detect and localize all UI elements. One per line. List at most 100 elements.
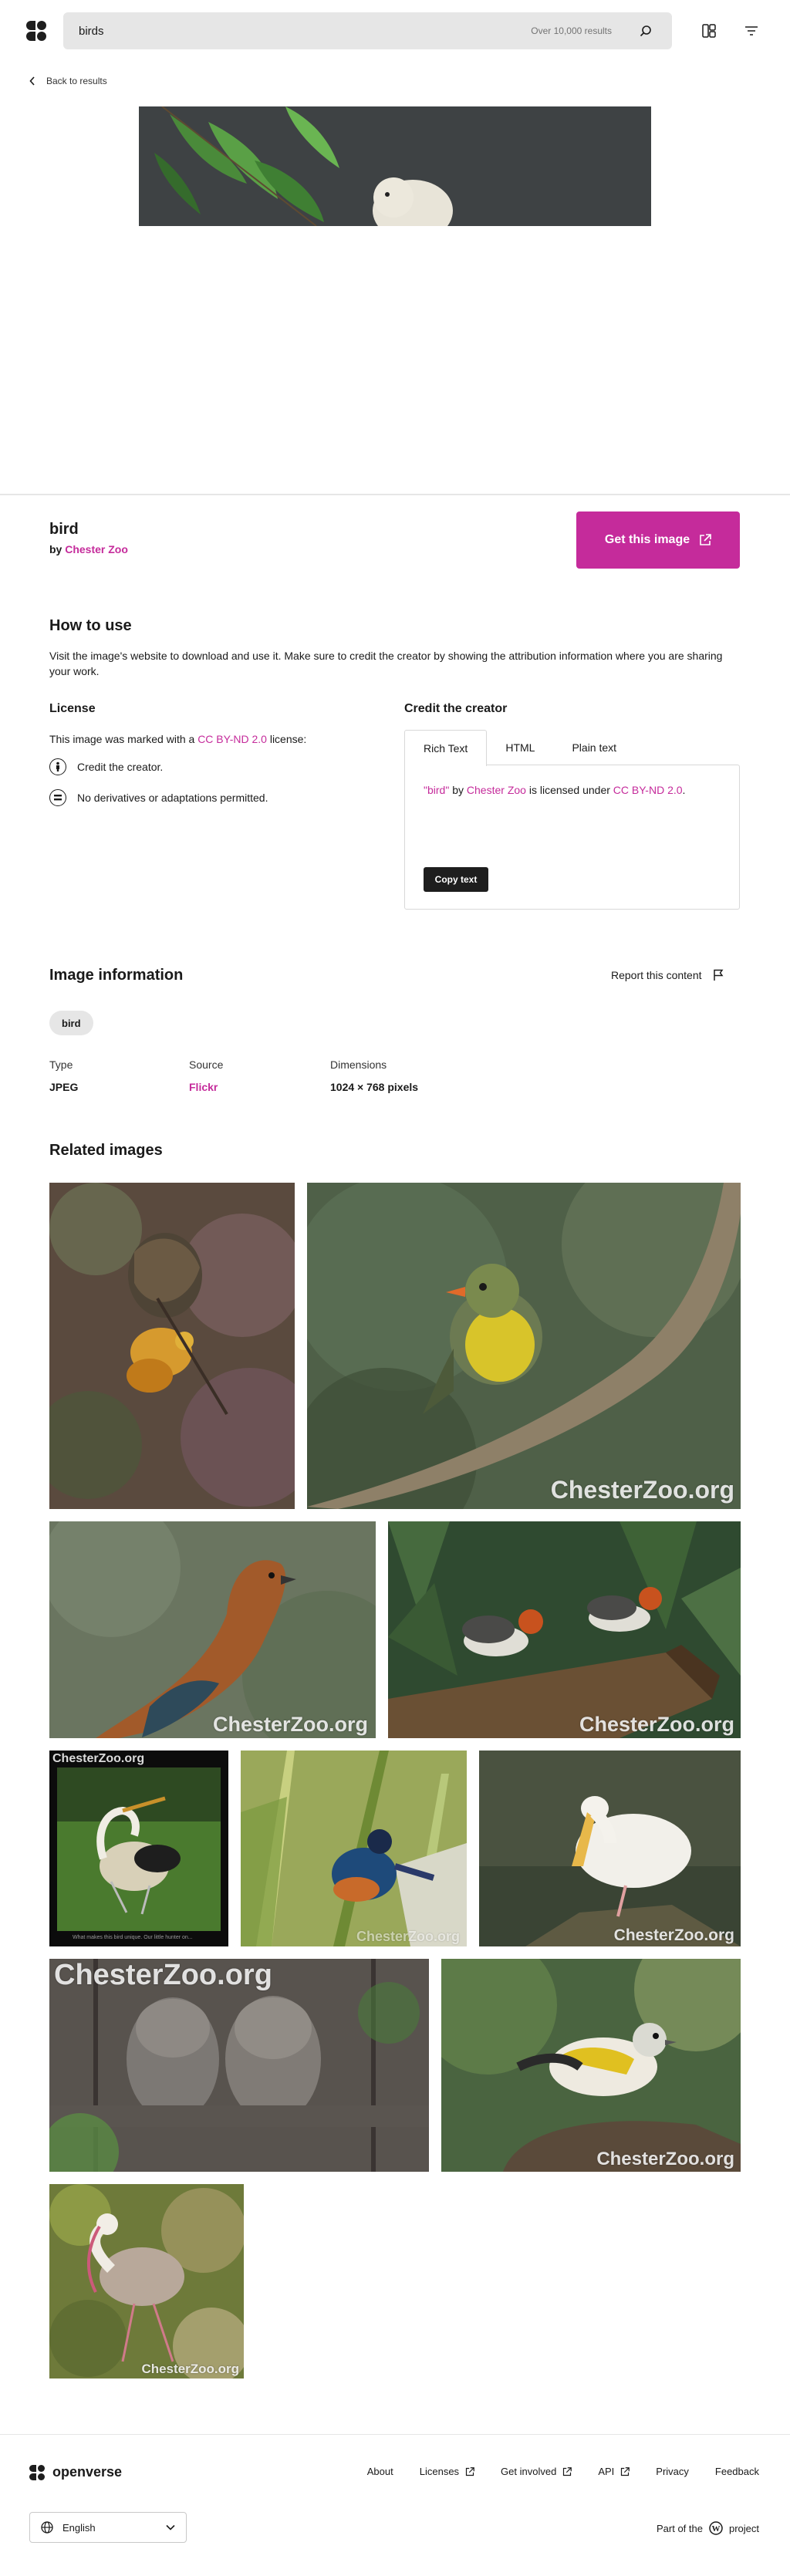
watermark-text: ChesterZoo.org — [52, 1752, 145, 1765]
watermark-text: ChesterZoo.org — [550, 1476, 734, 1504]
attribution-work-link[interactable]: bird — [427, 784, 445, 796]
watermark-text: ChesterZoo.org — [613, 1926, 734, 1944]
part-of-wordpress: Part of the W project — [657, 2521, 759, 2535]
related-image[interactable]: ChesterZoo.org — [241, 1751, 467, 1946]
chevron-left-icon — [29, 76, 35, 86]
license-heading: License — [49, 702, 96, 715]
search-icon — [640, 25, 651, 37]
related-image[interactable]: ChesterZoo.org — [479, 1751, 741, 1946]
license-link[interactable]: CC BY-ND 2.0 — [198, 733, 267, 745]
attribution-licensed: is licensed under — [528, 784, 610, 796]
main-image[interactable] — [139, 106, 651, 226]
credit-heading: Credit the creator — [404, 702, 508, 715]
footer-link-get-involved[interactable]: Get involved — [501, 2466, 572, 2477]
related-image[interactable]: ChesterZoo.org What makes this bird uniq… — [49, 1751, 228, 1946]
attribution-text: "bird" by Chester Zoo is licensed under … — [424, 784, 685, 796]
tab-plain-text[interactable]: Plain text — [553, 730, 635, 765]
credit-panel: "bird" by Chester Zoo is licensed under … — [404, 765, 740, 910]
related-images-heading: Related images — [49, 1142, 163, 1159]
report-label: Report this content — [611, 969, 702, 981]
related-image[interactable]: ChesterZoo.org — [49, 1521, 376, 1738]
cc-by-icon — [49, 758, 66, 775]
language-value: English — [62, 2521, 96, 2534]
back-link-label: Back to results — [46, 76, 107, 86]
type-label: Type — [49, 1058, 73, 1071]
how-to-use-text: Visit the image's website to download an… — [49, 650, 723, 677]
cc-nd-icon — [49, 789, 66, 806]
watermark-text: ChesterZoo.org — [579, 1713, 734, 1736]
tab-html[interactable]: HTML — [487, 730, 553, 765]
footer-link-feedback[interactable]: Feedback — [715, 2466, 759, 2477]
image-info-heading: Image information — [49, 967, 184, 984]
license-prefix: This image was marked with a — [49, 733, 195, 745]
related-image[interactable]: ChesterZoo.org — [388, 1521, 741, 1738]
footer-link-privacy[interactable]: Privacy — [656, 2466, 689, 2477]
external-link-icon — [621, 2466, 630, 2476]
watermark-text: ChesterZoo.org — [596, 2149, 734, 2169]
watermark-text: ChesterZoo.org — [212, 1713, 368, 1736]
filter-icon — [745, 26, 758, 35]
footer-brand-link[interactable]: openverse — [29, 2464, 122, 2480]
wordpress-logo-icon[interactable]: W — [709, 2521, 723, 2535]
license-suffix: license: — [269, 733, 307, 745]
attribution-by: by — [452, 784, 464, 796]
project-label: project — [728, 2522, 759, 2534]
footer-divider — [0, 2434, 790, 2435]
language-select[interactable]: English — [29, 2512, 187, 2543]
attribution-creator-link[interactable]: Chester Zoo — [467, 784, 526, 796]
openverse-logo-icon — [29, 2464, 45, 2480]
footer-link-api[interactable]: API — [598, 2466, 630, 2477]
tag-chip[interactable]: bird — [49, 1011, 93, 1035]
footer-link-licenses[interactable]: Licenses — [420, 2466, 474, 2477]
get-button-label: Get this image — [604, 533, 690, 546]
section-divider — [0, 494, 790, 495]
search-input[interactable] — [79, 24, 532, 38]
result-count: Over 10,000 results — [531, 25, 612, 36]
related-image[interactable]: ChesterZoo.org — [307, 1183, 741, 1509]
copy-text-button[interactable]: Copy text — [424, 867, 488, 892]
report-content-button[interactable]: Report this content — [611, 969, 724, 981]
search-bar: Over 10,000 results — [63, 12, 672, 49]
layout-icon — [702, 24, 716, 38]
attribution-license-link[interactable]: CC BY-ND 2.0 — [613, 784, 683, 796]
globe-icon — [41, 2521, 53, 2534]
search-button[interactable] — [635, 20, 657, 42]
related-image[interactable] — [49, 1183, 295, 1509]
tab-rich-text[interactable]: Rich Text — [404, 730, 488, 766]
part-of-label: Part of the — [656, 2522, 703, 2534]
license-item-label: Credit the creator. — [77, 761, 164, 773]
license-statement: This image was marked with a CC BY-ND 2.… — [49, 731, 306, 747]
related-image[interactable]: ChesterZoo.org — [49, 1959, 429, 2172]
flag-icon — [713, 969, 723, 981]
related-image[interactable]: ChesterZoo.org — [441, 1959, 741, 2172]
chevron-down-icon — [166, 2524, 175, 2530]
watermark-text: ChesterZoo.org — [54, 1959, 272, 1991]
footer-link-label: API — [598, 2466, 615, 2477]
creator-link[interactable]: Chester Zoo — [65, 543, 128, 555]
get-this-image-button[interactable]: Get this image — [576, 511, 740, 569]
back-to-results-link[interactable]: Back to results — [29, 76, 107, 86]
image-title: bird — [49, 521, 79, 538]
credit-tabs: Rich Text HTML Plain text — [404, 730, 635, 766]
footer-link-label: Licenses — [419, 2466, 460, 2477]
footer-link-label: Get involved — [501, 2466, 557, 2477]
source-link[interactable]: Flickr — [189, 1081, 218, 1093]
license-item-nd: No derivatives or adaptations permitted. — [49, 789, 268, 806]
footer-link-about[interactable]: About — [367, 2466, 393, 2477]
image-caption: What makes this bird unique. Our little … — [73, 1935, 193, 1940]
attribution-end: . — [682, 784, 686, 796]
dimensions-label: Dimensions — [330, 1058, 387, 1071]
type-value: JPEG — [49, 1081, 79, 1093]
filter-button[interactable] — [742, 22, 761, 40]
quote-close: " — [445, 784, 450, 796]
external-link-icon — [700, 534, 711, 545]
license-item-by: Credit the creator. — [49, 758, 163, 775]
watermark-text: ChesterZoo.org — [356, 1929, 461, 1944]
how-to-use-heading: How to use — [49, 617, 132, 634]
related-image[interactable]: ChesterZoo.org — [49, 2184, 244, 2378]
content-settings-button[interactable] — [700, 22, 718, 40]
svg-text:W: W — [711, 2524, 720, 2534]
source-label: Source — [189, 1058, 224, 1071]
openverse-logo-icon[interactable] — [26, 21, 46, 41]
license-item-label: No derivatives or adaptations permitted. — [77, 792, 268, 804]
